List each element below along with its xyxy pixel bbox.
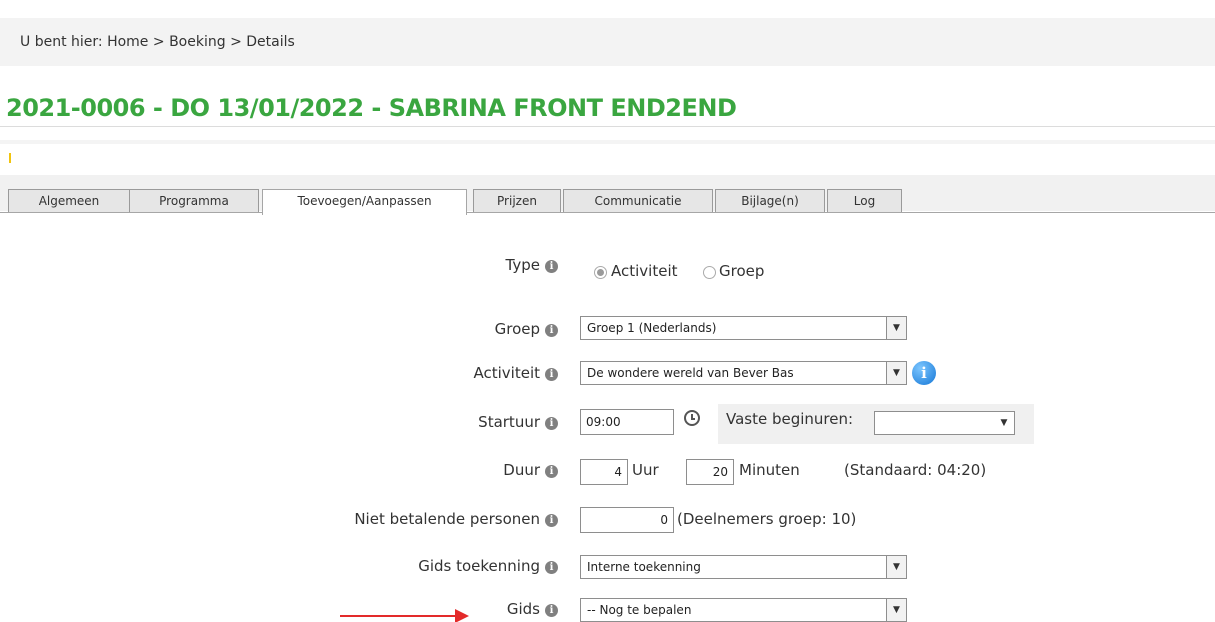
tabs-spacer bbox=[0, 175, 1215, 189]
tab-programma[interactable]: Programma bbox=[129, 189, 259, 213]
tab-algemeen[interactable]: Algemeen bbox=[8, 189, 130, 213]
tab-bijlagen[interactable]: Bijlage(n) bbox=[715, 189, 825, 213]
startuur-input[interactable]: 09:00 bbox=[580, 409, 674, 435]
breadcrumb-bar: U bent hier: Home > Boeking > Details bbox=[0, 18, 1215, 66]
info-icon[interactable]: i bbox=[545, 417, 558, 430]
page-title: 2021-0006 - DO 13/01/2022 - SABRINA FRON… bbox=[6, 94, 737, 122]
breadcrumb-home-link[interactable]: Home bbox=[107, 34, 148, 50]
gids-select[interactable]: -- Nog te bepalen ▼ bbox=[580, 598, 907, 622]
info-icon[interactable]: i bbox=[545, 514, 558, 527]
radio-groep[interactable] bbox=[703, 266, 716, 279]
gids-toekenning-select[interactable]: Interne toekenning ▼ bbox=[580, 555, 907, 579]
info-icon[interactable]: i bbox=[545, 604, 558, 617]
tab-communicatie[interactable]: Communicatie bbox=[563, 189, 713, 213]
breadcrumb-separator: > bbox=[230, 34, 242, 50]
message-marker bbox=[9, 153, 11, 163]
red-arrow-annotation bbox=[340, 615, 460, 617]
activiteit-select[interactable]: De wondere wereld van Bever Bas ▼ bbox=[580, 361, 907, 385]
vaste-beginuren-label: Vaste beginuren: bbox=[726, 410, 854, 428]
niet-betalende-label: Niet betalende personen i bbox=[354, 510, 558, 528]
message-band bbox=[0, 140, 1215, 144]
title-divider bbox=[0, 126, 1215, 127]
niet-betalende-input[interactable]: 0 bbox=[580, 507, 674, 533]
breadcrumb-separator: > bbox=[152, 34, 165, 50]
tabs-underline bbox=[0, 212, 1215, 213]
radio-activiteit-label[interactable]: Activiteit bbox=[611, 262, 678, 280]
breadcrumb-booking-link[interactable]: Boeking bbox=[169, 34, 226, 50]
info-icon[interactable]: i bbox=[545, 324, 558, 337]
activiteit-label: Activiteit i bbox=[474, 364, 558, 382]
clock-icon[interactable] bbox=[684, 410, 700, 426]
info-circle-icon[interactable]: i bbox=[912, 361, 936, 385]
tab-prijzen[interactable]: Prijzen bbox=[473, 189, 561, 213]
duur-default-text: (Standaard: 04:20) bbox=[844, 461, 987, 479]
duur-minutes-unit: Minuten bbox=[739, 461, 800, 479]
chevron-down-icon: ▼ bbox=[886, 362, 906, 384]
chevron-down-icon: ▼ bbox=[886, 599, 906, 621]
gids-label: Gids i bbox=[507, 600, 558, 618]
breadcrumb-prefix: U bent hier: bbox=[20, 34, 103, 50]
radio-groep-label[interactable]: Groep bbox=[719, 262, 764, 280]
vaste-beginuren-select[interactable]: ▼ bbox=[874, 411, 1015, 435]
startuur-label: Startuur i bbox=[478, 413, 558, 431]
duur-label: Duur i bbox=[503, 461, 558, 479]
chevron-down-icon: ▼ bbox=[886, 556, 906, 578]
breadcrumb: U bent hier: Home > Boeking > Details bbox=[20, 34, 295, 50]
info-icon[interactable]: i bbox=[545, 465, 558, 478]
info-icon[interactable]: i bbox=[545, 260, 558, 273]
radio-activiteit[interactable] bbox=[594, 266, 607, 279]
groep-label: Groep i bbox=[495, 320, 558, 338]
info-icon[interactable]: i bbox=[545, 561, 558, 574]
gids-toekenning-label: Gids toekenning i bbox=[418, 557, 558, 575]
tab-toevoegen-aanpassen[interactable]: Toevoegen/Aanpassen bbox=[262, 189, 467, 215]
breadcrumb-current: Details bbox=[246, 34, 295, 50]
duur-minutes-input[interactable]: 20 bbox=[686, 459, 734, 485]
duur-hours-unit: Uur bbox=[632, 461, 659, 479]
chevron-down-icon: ▼ bbox=[886, 317, 906, 339]
tab-log[interactable]: Log bbox=[827, 189, 902, 213]
type-label: Type i bbox=[506, 256, 558, 274]
chevron-down-icon: ▼ bbox=[994, 412, 1014, 434]
info-icon[interactable]: i bbox=[545, 368, 558, 381]
groep-select[interactable]: Groep 1 (Nederlands) ▼ bbox=[580, 316, 907, 340]
duur-hours-input[interactable]: 4 bbox=[580, 459, 628, 485]
red-arrow-annotation-head bbox=[455, 609, 469, 622]
deelnemers-groep-note: (Deelnemers groep: 10) bbox=[677, 510, 857, 528]
